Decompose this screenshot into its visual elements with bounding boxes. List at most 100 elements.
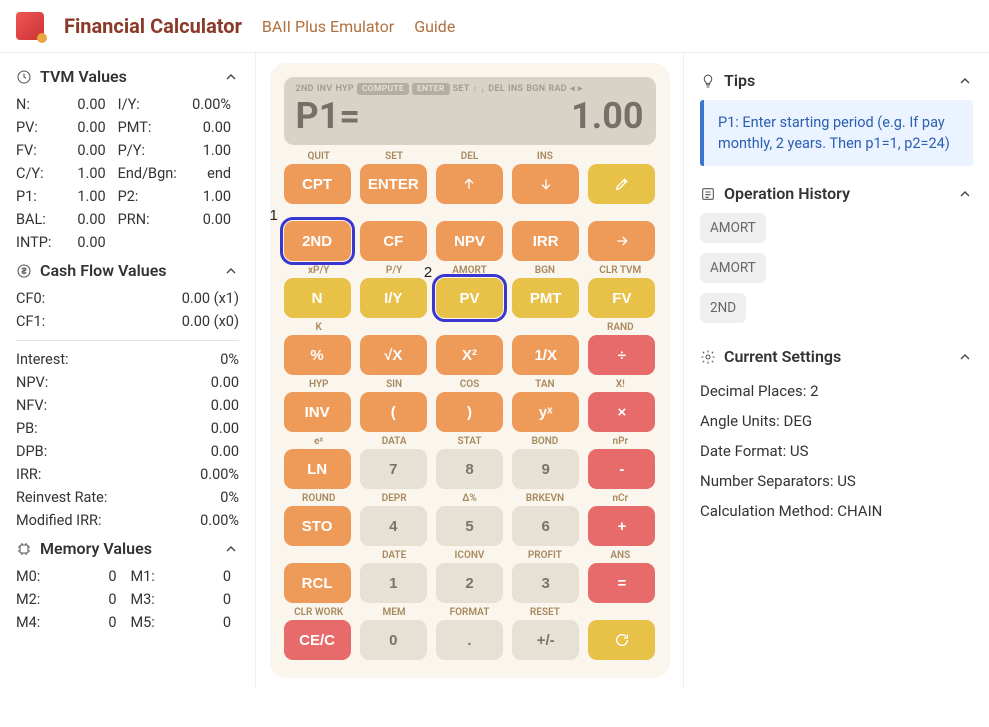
key-[interactable] (588, 221, 655, 261)
tips-section-head[interactable]: Tips (700, 71, 973, 90)
tvm-section-head[interactable]: TVM Values (16, 67, 239, 86)
tvm-value: 0.00 (55, 119, 113, 136)
key-[interactable]: ( (360, 392, 427, 432)
key-y[interactable]: yˣ (512, 392, 579, 432)
cf-value: 0.00 (107, 443, 239, 460)
key-6[interactable]: 6 (512, 506, 579, 546)
cf-label: Reinvest Rate: (16, 489, 107, 506)
key-2nd-label: PROFIT (512, 550, 578, 562)
tvm-value: 0.00 (55, 142, 113, 159)
key-enter[interactable]: ENTER (360, 164, 427, 204)
cf-value: 0% (107, 351, 239, 368)
key-[interactable]: . (436, 620, 503, 660)
tvm-value: 0.00% (181, 96, 239, 113)
key-2[interactable]: 2 (436, 563, 503, 603)
mem-label: M5: (131, 614, 155, 631)
cf-value: 0.00% (107, 466, 239, 483)
tvm-grid: N:0.00I/Y:0.00%PV:0.00PMT:0.00FV:0.00P/Y… (16, 96, 239, 251)
key-3[interactable]: 3 (512, 563, 579, 603)
key-2nd-label: nPr (587, 436, 653, 448)
key-[interactable]: + (588, 506, 655, 546)
key-2nd-label: MEM (361, 607, 427, 619)
key-[interactable]: ) (436, 392, 503, 432)
key-2nd-label: COS (436, 379, 502, 391)
key-[interactable] (588, 620, 655, 660)
key-[interactable] (512, 164, 579, 204)
key-[interactable]: +/- (512, 620, 579, 660)
tvm-label: PV: (16, 119, 51, 136)
key-2nd-label: TAN (512, 379, 578, 391)
tvm-title: TVM Values (40, 67, 127, 86)
cf-label: Interest: (16, 351, 107, 368)
key-i-y[interactable]: I/Y (360, 278, 427, 318)
key-[interactable]: - (588, 449, 655, 489)
key-pmt[interactable]: PMT (512, 278, 579, 318)
history-list: AMORT AMORT 2ND (700, 213, 973, 333)
chevron-up-icon (223, 541, 239, 557)
key-4[interactable]: 4 (360, 506, 427, 546)
key-n[interactable]: N (284, 278, 351, 318)
key-x[interactable]: X² (436, 335, 503, 375)
key-sto[interactable]: STO (284, 506, 351, 546)
history-item[interactable]: 2ND (700, 293, 746, 323)
key-2nd-label: QUIT (286, 151, 352, 163)
indicator: INS (508, 84, 523, 94)
key-x[interactable]: √X (360, 335, 427, 375)
setting-item: Date Format: US (700, 436, 973, 466)
mem-value: 0 (46, 591, 124, 608)
key-npv[interactable]: NPV (436, 221, 503, 261)
key-irr[interactable]: IRR (512, 221, 579, 261)
nav-guide[interactable]: Guide (414, 17, 455, 36)
key-[interactable]: × (588, 392, 655, 432)
key-fv[interactable]: FV (588, 278, 655, 318)
divider (16, 340, 239, 341)
tvm-value: 0.00 (55, 234, 113, 251)
key-7[interactable]: 7 (360, 449, 427, 489)
indicator: HYP (335, 84, 353, 94)
clock-icon (16, 69, 32, 85)
key-inv[interactable]: INV (284, 392, 351, 432)
key-ln[interactable]: LN (284, 449, 351, 489)
tvm-value: 1.00 (55, 188, 113, 205)
key-2nd[interactable]: 2ND (284, 221, 351, 261)
history-section-head[interactable]: Operation History (700, 184, 973, 203)
tvm-label: FV: (16, 142, 51, 159)
key-pv[interactable]: PV (436, 278, 503, 318)
key-5[interactable]: 5 (436, 506, 503, 546)
key-2nd-label (286, 550, 352, 562)
key-2nd-label: ANS (587, 550, 653, 562)
key-cpt[interactable]: CPT (284, 164, 351, 204)
key-1-x[interactable]: 1/X (512, 335, 579, 375)
mem-value: 0 (46, 568, 124, 585)
tvm-value (181, 234, 239, 251)
history-item[interactable]: AMORT (700, 213, 766, 243)
cf-section-head[interactable]: Cash Flow Values (16, 261, 239, 280)
key-[interactable]: % (284, 335, 351, 375)
dollar-icon (16, 263, 32, 279)
nav-emulator[interactable]: BAII Plus Emulator (262, 17, 394, 36)
history-item[interactable]: AMORT (700, 253, 766, 283)
setting-item: Calculation Method: CHAIN (700, 496, 973, 526)
indicator: ↑ (473, 84, 478, 95)
key-0[interactable]: 0 (360, 620, 427, 660)
mem-section-head[interactable]: Memory Values (16, 539, 239, 558)
key-2nd-label (436, 208, 502, 220)
cf-value: 0.00 (x1) (45, 290, 239, 307)
chevron-up-icon (957, 186, 973, 202)
key-[interactable] (436, 164, 503, 204)
key-8[interactable]: 8 (436, 449, 503, 489)
key-9[interactable]: 9 (512, 449, 579, 489)
key-[interactable] (588, 164, 655, 204)
tvm-value: 0.00 (181, 119, 239, 136)
mem-label: M1: (131, 568, 155, 585)
key-2nd-label: SET (361, 151, 427, 163)
key-rcl[interactable]: RCL (284, 563, 351, 603)
key-[interactable]: = (588, 563, 655, 603)
key-1[interactable]: 1 (360, 563, 427, 603)
settings-section-head[interactable]: Current Settings (700, 347, 973, 366)
key-2nd-label: BOND (512, 436, 578, 448)
key-2nd-label: SIN (361, 379, 427, 391)
key-[interactable]: ÷ (588, 335, 655, 375)
key-ce-c[interactable]: CE/C (284, 620, 351, 660)
key-cf[interactable]: CF (360, 221, 427, 261)
